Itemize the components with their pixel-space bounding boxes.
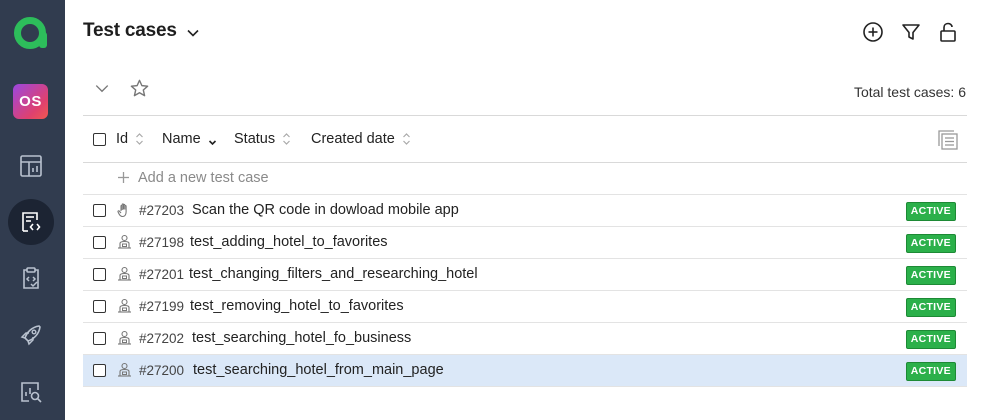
add-test-case-label: Add a new test case	[138, 170, 269, 186]
row-name: test_searching_hotel_from_main_page	[193, 362, 444, 378]
filter-button[interactable]	[900, 21, 922, 43]
row-id: #27203	[139, 203, 185, 218]
chevron-down-icon	[95, 85, 109, 93]
table-row[interactable]: #27201 test_changing_filters_and_researc…	[83, 259, 967, 291]
row-id: #27198	[139, 235, 185, 250]
test-cases-table: Id Name Status Created date Add a new te…	[83, 115, 967, 387]
star-icon	[130, 79, 148, 96]
total-count: Total test cases: 6	[853, 84, 966, 100]
brand-logo-icon[interactable]	[12, 13, 50, 51]
sidebar-item-test-cases[interactable]	[8, 199, 54, 245]
sidebar-item-launches[interactable]	[8, 312, 54, 358]
table-row[interactable]: #27202 test_searching_hotel_fo_business …	[83, 323, 967, 355]
column-header-status[interactable]: Status	[234, 131, 291, 147]
sidebar-item-dashboard[interactable]	[8, 143, 54, 189]
status-badge: ACTIVE	[905, 202, 956, 221]
automated-robot-icon	[118, 330, 131, 345]
status-badge: ACTIVE	[905, 298, 956, 317]
row-name: test_searching_hotel_fo_business	[192, 330, 412, 346]
row-checkbox[interactable]	[93, 236, 106, 249]
add-test-case-row[interactable]: Add a new test case	[83, 163, 967, 195]
analytics-search-icon	[21, 382, 42, 403]
row-name: test_changing_filters_and_researching_ho…	[189, 266, 478, 282]
sort-icon	[402, 133, 410, 145]
column-settings-icon[interactable]	[937, 129, 959, 151]
sort-icon	[136, 133, 144, 145]
column-label: Id	[116, 131, 129, 147]
row-name: test_removing_hotel_to_favorites	[190, 298, 404, 314]
launches-icon	[20, 325, 41, 346]
row-name: test_adding_hotel_to_favorites	[190, 234, 388, 250]
automated-robot-icon	[118, 234, 131, 249]
favorites-button[interactable]	[128, 77, 150, 99]
add-button[interactable]	[862, 21, 884, 43]
automated-robot-icon	[118, 298, 131, 313]
test-plans-icon	[23, 267, 39, 289]
plus-icon	[118, 172, 129, 183]
column-label: Name	[162, 131, 201, 147]
avatar[interactable]: OS	[13, 84, 48, 119]
unlock-icon	[940, 22, 956, 42]
manual-hand-icon	[117, 203, 127, 218]
status-badge: ACTIVE	[905, 234, 956, 253]
row-checkbox[interactable]	[93, 268, 106, 281]
page-title-dropdown[interactable]: Test cases	[83, 20, 201, 42]
row-id: #27199	[139, 299, 185, 314]
status-badge: ACTIVE	[905, 330, 956, 349]
collapse-button[interactable]	[91, 77, 113, 99]
dashboard-icon	[20, 155, 42, 177]
sort-desc-icon	[208, 140, 216, 146]
table-row[interactable]: #27203 Scan the QR code in dowload mobil…	[83, 195, 967, 227]
row-name: Scan the QR code in dowload mobile app	[192, 202, 459, 218]
column-header-created-date[interactable]: Created date	[311, 131, 411, 147]
column-label: Created date	[311, 131, 395, 147]
table-row[interactable]: #27199 test_removing_hotel_to_favorites …	[83, 291, 967, 323]
column-label: Status	[234, 131, 276, 147]
table-header: Id Name Status Created date	[83, 115, 967, 163]
row-id: #27200	[139, 363, 185, 378]
sidebar-item-analytics[interactable]	[8, 369, 54, 415]
table-row[interactable]: #27198 test_adding_hotel_to_favorites AC…	[83, 227, 967, 259]
automated-robot-icon	[118, 266, 131, 281]
row-checkbox[interactable]	[93, 332, 106, 345]
table-row[interactable]: #27200 test_searching_hotel_from_main_pa…	[83, 355, 967, 387]
lock-button[interactable]	[937, 21, 959, 43]
add-icon	[863, 22, 883, 42]
sort-icon	[283, 133, 291, 145]
page-title: Test cases	[83, 20, 177, 41]
filter-icon	[902, 24, 920, 40]
test-cases-icon	[22, 212, 41, 232]
status-badge: ACTIVE	[905, 266, 956, 285]
row-id: #27201	[139, 267, 185, 282]
row-checkbox[interactable]	[93, 204, 106, 217]
row-checkbox[interactable]	[93, 364, 106, 377]
chevron-down-icon	[187, 29, 199, 37]
sidebar-item-test-plans[interactable]	[8, 255, 54, 301]
row-id: #27202	[139, 331, 185, 346]
row-checkbox[interactable]	[93, 300, 106, 313]
select-all-checkbox[interactable]	[93, 133, 106, 146]
column-header-name[interactable]: Name	[162, 131, 217, 147]
automated-robot-icon	[118, 362, 131, 377]
status-badge: ACTIVE	[905, 362, 956, 381]
column-header-id[interactable]: Id	[116, 131, 144, 147]
sidebar: OS	[0, 0, 65, 420]
